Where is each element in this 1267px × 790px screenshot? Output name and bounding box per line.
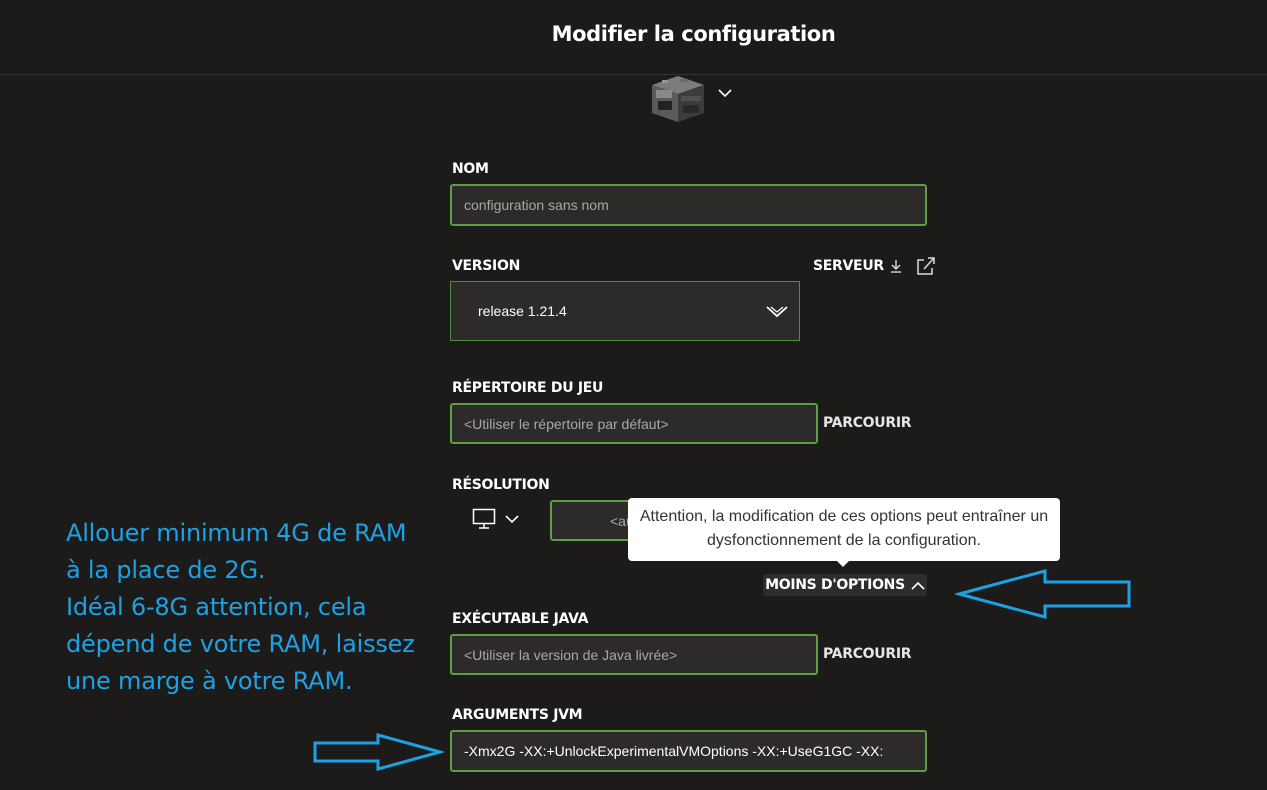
java-field[interactable]: <Utiliser la version de Java livrée> [450,634,818,675]
jvm-args-field[interactable]: -Xmx2G -XX:+UnlockExperimentalVMOptions … [450,730,927,772]
java-label: EXÉCUTABLE JAVA [452,611,589,627]
annotation-text: Allouer minimum 4G de RAM à la place de … [66,515,446,700]
page-title: Modifier la configuration [551,22,836,46]
chevron-down-icon [505,515,519,524]
game-dir-label: RÉPERTOIRE DU JEU [452,380,604,396]
game-dir-placeholder: <Utiliser le répertoire par défaut> [464,415,669,432]
jvm-args-value: -Xmx2G -XX:+UnlockExperimentalVMOptions … [464,743,884,759]
browse-java-button[interactable]: PARCOURIR [823,646,912,662]
annotation-line: à la place de 2G. [66,556,266,584]
resolution-label: RÉSOLUTION [452,477,550,493]
warning-tooltip: Attention, la modification de ces option… [628,498,1060,561]
furnace-block-icon [652,76,704,122]
annotation-line: Idéal 6-8G attention, cela [66,593,367,621]
version-value: release 1.21.4 [478,303,567,319]
chevron-up-icon [911,581,925,590]
annotation-line: une marge à votre RAM. [66,667,353,695]
fewer-options-label: MOINS D'OPTIONS [765,577,905,593]
tooltip-tail [836,560,850,567]
arrow-left-annotation-icon [955,569,1131,619]
resolution-preset-dropdown[interactable] [472,508,522,532]
annotation-line: Allouer minimum 4G de RAM [66,519,407,547]
version-select[interactable]: release 1.21.4 [450,281,800,341]
server-label: SERVEUR [813,258,884,274]
icon-selector[interactable] [646,74,736,126]
annotation-line: dépend de votre RAM, laissez [66,630,415,658]
header-bar: Modifier la configuration [0,0,1267,75]
chevron-down-icon [718,89,732,98]
browse-game-dir-button[interactable]: PARCOURIR [823,415,912,431]
name-label: NOM [452,161,489,177]
resolution-width-field[interactable]: <au [550,500,640,541]
external-link-icon[interactable] [916,257,936,275]
game-dir-field[interactable]: <Utiliser le répertoire par défaut> [450,403,818,444]
monitor-icon [472,508,496,529]
fewer-options-button[interactable]: MOINS D'OPTIONS [763,574,927,596]
name-placeholder: configuration sans nom [464,197,609,213]
download-icon[interactable] [890,259,902,273]
arrow-right-annotation-icon [313,733,444,771]
java-placeholder: <Utiliser la version de Java livrée> [464,646,678,663]
version-label: VERSION [452,258,520,274]
server-link[interactable]: SERVEUR [813,257,936,275]
name-field[interactable]: configuration sans nom [450,184,927,226]
jvm-args-label: ARGUMENTS JVM [452,707,583,723]
chevron-down-icon [766,306,788,318]
